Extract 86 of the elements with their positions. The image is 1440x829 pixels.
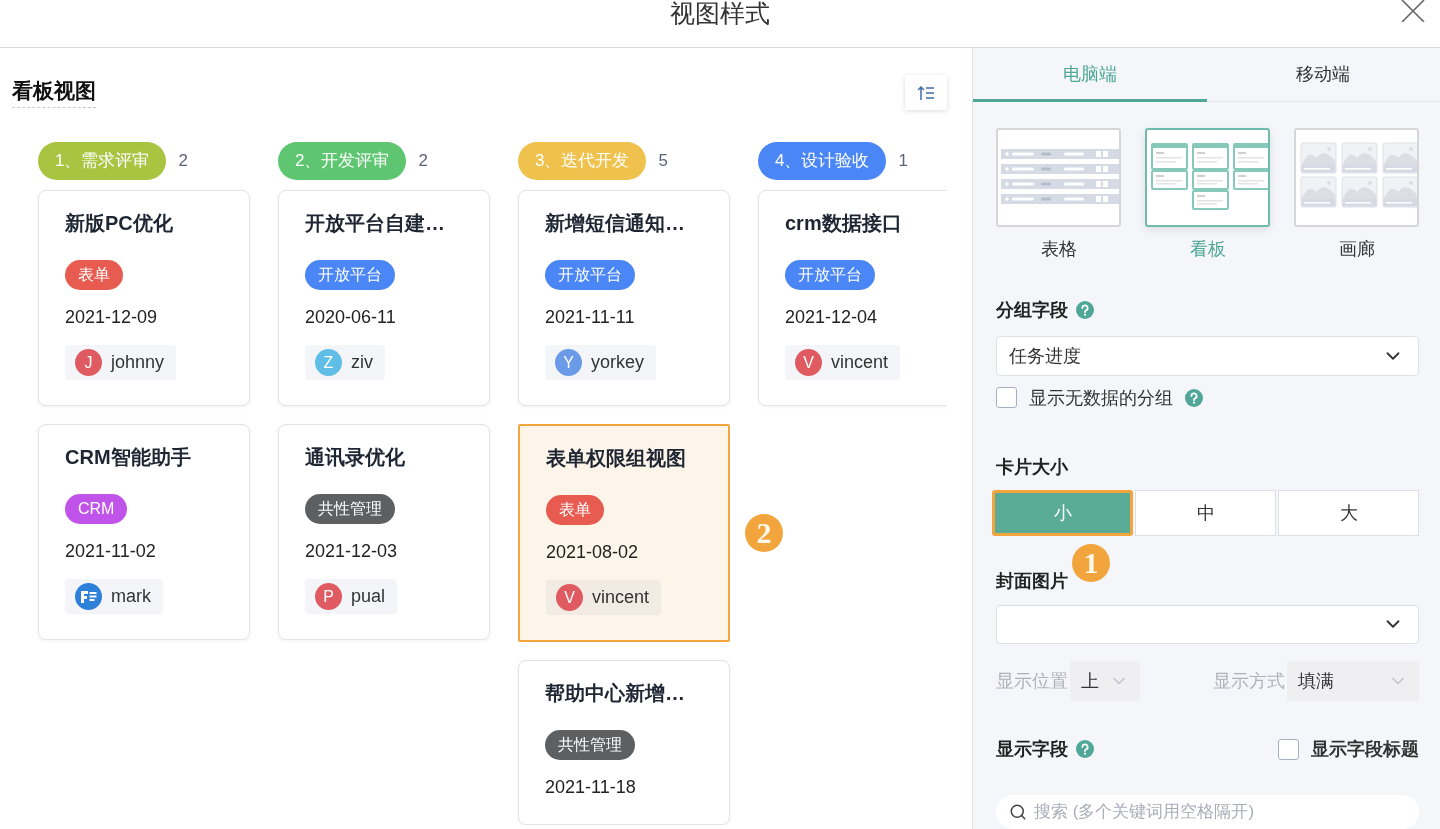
card-date: 2021-11-02 (65, 540, 156, 563)
card-date: 2021-12-09 (65, 306, 158, 329)
card-date: 2021-11-18 (545, 776, 636, 799)
size-option[interactable]: 中 (1135, 489, 1276, 536)
annotation-number: 1 (1072, 543, 1110, 582)
sort-button[interactable] (905, 75, 947, 110)
dialog-title: 视图样式 (670, 0, 770, 26)
user-avatar: Y (555, 349, 582, 376)
assignee-name: vincent (831, 352, 889, 373)
card-date: 2021-08-02 (546, 541, 639, 564)
section-label: 封面图片 (996, 569, 1068, 593)
user-avatar: J (75, 349, 102, 376)
sort-icon (917, 84, 935, 101)
assignee-name: ziv (351, 352, 373, 373)
group-count: 5 (658, 151, 668, 171)
option-label: 显示位置 (996, 670, 1068, 693)
card-title: 新版PC优化 (65, 211, 173, 236)
platform-tab[interactable]: 移动端 (1206, 48, 1440, 102)
task-card[interactable]: 新版PC优化 表单 2021-12-09 J johnny (38, 190, 250, 406)
group-count: 2 (178, 151, 188, 171)
task-card[interactable]: 新增短信通知… 开放平台 2021-11-11 Y yorkey (518, 190, 730, 406)
checkbox-label: 显示无数据的分组 (1029, 386, 1173, 410)
close-button[interactable] (1400, 0, 1426, 22)
assignee-name: vincent (592, 587, 650, 608)
assignee-name: pual (351, 586, 386, 607)
card-title: 表单权限组视图 (546, 446, 686, 471)
style-label: 看板 (1189, 238, 1226, 261)
category-tag: CRM (65, 494, 128, 524)
select-value: 填满 (1298, 670, 1334, 693)
help-icon[interactable] (1076, 740, 1094, 758)
help-icon[interactable] (1185, 388, 1203, 407)
user-avatar: V (556, 584, 583, 611)
user-avatar: V (795, 349, 822, 376)
group-count: 1 (898, 151, 908, 171)
checkbox[interactable] (1278, 738, 1299, 760)
card-date: 2020-06-11 (305, 306, 396, 329)
user-avatar: Z (315, 349, 342, 376)
search-field[interactable]: 搜索 (多个关键词用空格隔开) (996, 795, 1419, 829)
category-tag: 开放平台 (785, 260, 875, 290)
task-card[interactable]: 开放平台自建… 开放平台 2020-06-11 Z ziv (278, 190, 490, 406)
style-label: 画廊 (1338, 238, 1375, 261)
close-icon (1400, 0, 1426, 22)
card-title: 开放平台自建… (305, 211, 445, 236)
search-icon (1009, 803, 1027, 821)
section-label: 显示字段 (996, 738, 1068, 761)
size-option[interactable]: 大 (1278, 489, 1419, 536)
annotation-number: 2 (745, 514, 783, 552)
card-date: 2021-11-11 (545, 306, 635, 329)
section-label: 卡片大小 (996, 455, 1068, 479)
card-title: 帮助中心新增… (545, 681, 685, 706)
checkbox-label: 显示字段标题 (1311, 738, 1419, 761)
select-value: 上 (1081, 670, 1099, 693)
group-label: 3、迭代开发 (518, 142, 647, 180)
category-tag: 开放平台 (305, 260, 395, 290)
group-label: 4、设计验收 (758, 142, 887, 180)
option-label: 显示方式 (1213, 670, 1285, 693)
assignee-name: johnny (111, 352, 165, 373)
dropdown-select[interactable] (996, 604, 1419, 644)
card-title: CRM智能助手 (65, 445, 191, 470)
category-tag: 共性管理 (545, 730, 635, 760)
card-title: 通讯录优化 (305, 445, 405, 470)
group-count: 2 (418, 151, 428, 171)
card-date: 2021-12-03 (305, 540, 398, 563)
select-value: 任务进度 (1009, 344, 1081, 368)
category-tag: 共性管理 (305, 494, 395, 524)
help-icon[interactable] (1076, 301, 1094, 319)
task-card[interactable]: 通讯录优化 共性管理 2021-12-03 P pual (278, 424, 490, 640)
group-label: 1、需求评审 (38, 142, 167, 180)
card-title: crm数据接口 (785, 211, 902, 236)
group-label: 2、开发评审 (278, 142, 407, 180)
task-card[interactable]: 帮助中心新增… 共性管理 2021-11-18 (518, 660, 730, 825)
checkbox[interactable] (996, 387, 1017, 408)
user-avatar: P (315, 583, 342, 610)
board-title: 看板视图 (12, 77, 96, 108)
style-label: 表格 (1040, 238, 1077, 261)
category-tag: 开放平台 (545, 260, 635, 290)
section-label: 分组字段 (996, 299, 1068, 322)
task-card[interactable]: crm数据接口 开放平台 2021-12-04 V vincent (758, 190, 947, 406)
task-card[interactable]: CRM智能助手 CRM 2021-11-02 mark (38, 424, 250, 640)
assignee-name: mark (111, 586, 151, 607)
dropdown-select[interactable]: 任务进度 (996, 336, 1419, 376)
assignee-name: yorkey (591, 352, 644, 373)
category-tag: 表单 (65, 260, 123, 290)
card-title: 新增短信通知… (545, 211, 685, 236)
card-date: 2021-12-04 (785, 306, 878, 329)
category-tag: 表单 (546, 495, 604, 525)
